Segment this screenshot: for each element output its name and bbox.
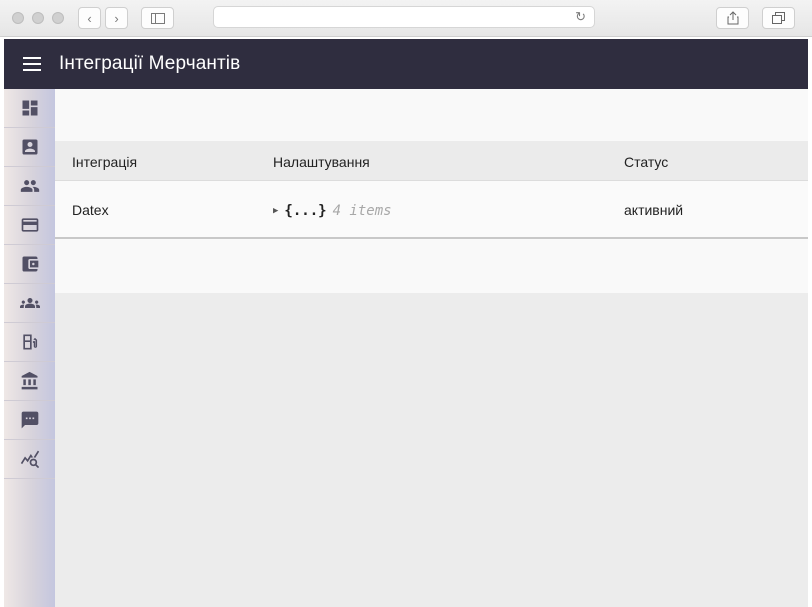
chevron-right-icon: ›: [114, 10, 119, 26]
sidebar-item-cards[interactable]: [4, 206, 55, 245]
minimize-window-button[interactable]: [32, 12, 44, 24]
sidebar-item-messages[interactable]: [4, 401, 55, 440]
page-title: Інтеграції Мерчантів: [59, 53, 241, 74]
chevron-left-icon: ‹: [87, 10, 92, 26]
sidebar-item-people[interactable]: [4, 167, 55, 206]
column-header-settings[interactable]: Налаштування: [273, 154, 370, 170]
app-bar: Інтеграції Мерчантів: [4, 39, 808, 89]
column-header-integration[interactable]: Інтеграція: [72, 154, 137, 170]
sidebar-item-wallet[interactable]: [4, 245, 55, 284]
groups-icon: [19, 298, 40, 308]
sidebar-toggle-button[interactable]: [141, 7, 174, 29]
menu-icon[interactable]: [23, 57, 43, 71]
expand-caret-icon[interactable]: ▶: [273, 206, 278, 216]
status-value: активний: [624, 202, 684, 218]
main-content: Інтеграція Налаштування Статус Datex ▶ {.…: [55, 89, 808, 607]
credit-card-icon: [21, 218, 38, 232]
chat-icon: [21, 411, 38, 429]
tabs-icon: [772, 12, 785, 24]
json-item-count: 4 items: [332, 203, 392, 219]
sidebar-item-analytics[interactable]: [4, 440, 55, 479]
sidebar: [4, 89, 55, 607]
address-bar[interactable]: ↻: [213, 6, 595, 28]
close-window-button[interactable]: [12, 12, 24, 24]
sidebar-item-dashboard[interactable]: [4, 89, 55, 128]
table-row[interactable]: Datex ▶ {...} 4 items активний: [55, 181, 808, 239]
bank-icon: [21, 371, 37, 390]
share-button[interactable]: [716, 7, 749, 29]
query-stats-icon: [20, 450, 39, 469]
forward-button[interactable]: ›: [105, 7, 128, 29]
share-icon: [727, 11, 738, 25]
sidebar-item-account[interactable]: [4, 128, 55, 167]
zoom-window-button[interactable]: [52, 12, 64, 24]
sidebar-item-bank[interactable]: [4, 362, 55, 401]
tabs-overview-button[interactable]: [762, 7, 795, 29]
people-icon: [20, 180, 39, 192]
fuel-station-icon: [22, 334, 37, 350]
dashboard-icon: [22, 100, 37, 116]
settings-json-viewer[interactable]: ▶ {...} 4 items: [273, 203, 392, 219]
integration-name: Datex: [72, 202, 109, 218]
json-object-braces: {...}: [284, 203, 327, 219]
account-box-icon: [22, 139, 37, 155]
reload-icon[interactable]: ↻: [575, 9, 586, 25]
browser-toolbar: ‹ › ↻: [0, 0, 812, 37]
sidebar-item-groups[interactable]: [4, 284, 55, 323]
column-header-status[interactable]: Статус: [624, 154, 668, 170]
sidebar-item-fuel[interactable]: [4, 323, 55, 362]
back-button[interactable]: ‹: [78, 7, 101, 29]
table-header: Інтеграція Налаштування Статус: [55, 141, 808, 181]
integrations-table: Інтеграція Налаштування Статус Datex ▶ {.…: [55, 89, 808, 293]
wallet-icon: [22, 256, 38, 272]
sidebar-icon: [150, 12, 165, 24]
